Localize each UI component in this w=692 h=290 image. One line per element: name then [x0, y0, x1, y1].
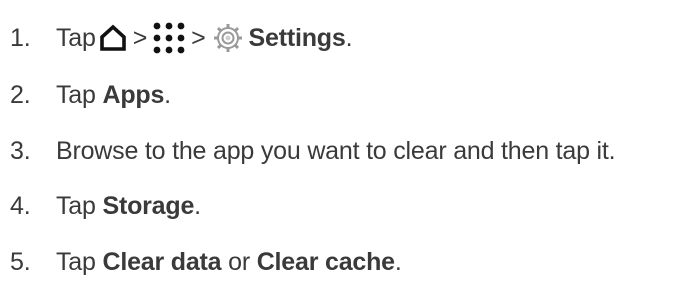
step-text-or: or: [228, 247, 250, 276]
step-text: Browse to the app you want to clear and …: [56, 136, 616, 165]
step-end: .: [194, 191, 201, 220]
step-number: 1.: [10, 23, 31, 52]
step-text-tap: Tap: [56, 23, 96, 52]
step-number: 3.: [10, 136, 31, 165]
step-2: 2. Tap Apps.: [10, 75, 171, 115]
step-3: 3. Browse to the app you want to clear a…: [10, 131, 616, 171]
separator: >: [132, 23, 148, 52]
step-number: 5.: [10, 247, 31, 276]
step-target: Clear data: [102, 247, 222, 276]
step-number: 2.: [10, 80, 31, 109]
step-target: Settings: [248, 23, 346, 52]
step-text-tap: Tap: [56, 247, 96, 276]
step-end: .: [394, 247, 402, 276]
step-1: 1. Tap > > Settings .: [10, 18, 353, 58]
step-number: 4.: [10, 191, 31, 220]
apps-icon: [152, 21, 186, 55]
step-text-tap: Tap: [56, 191, 96, 220]
step-end: .: [164, 80, 171, 109]
step-4: 4. Tap Storage.: [10, 186, 201, 226]
step-5: 5. Tap Clear data or Clear cache.: [10, 242, 402, 282]
step-target-2: Clear cache: [256, 247, 395, 276]
separator: >: [191, 23, 206, 52]
step-target: Apps: [102, 80, 165, 109]
gear-icon: [213, 23, 243, 53]
home-icon: [98, 24, 128, 52]
step-target: Storage: [102, 191, 195, 220]
step-text-tap: Tap: [56, 80, 96, 109]
step-end: .: [345, 23, 353, 52]
